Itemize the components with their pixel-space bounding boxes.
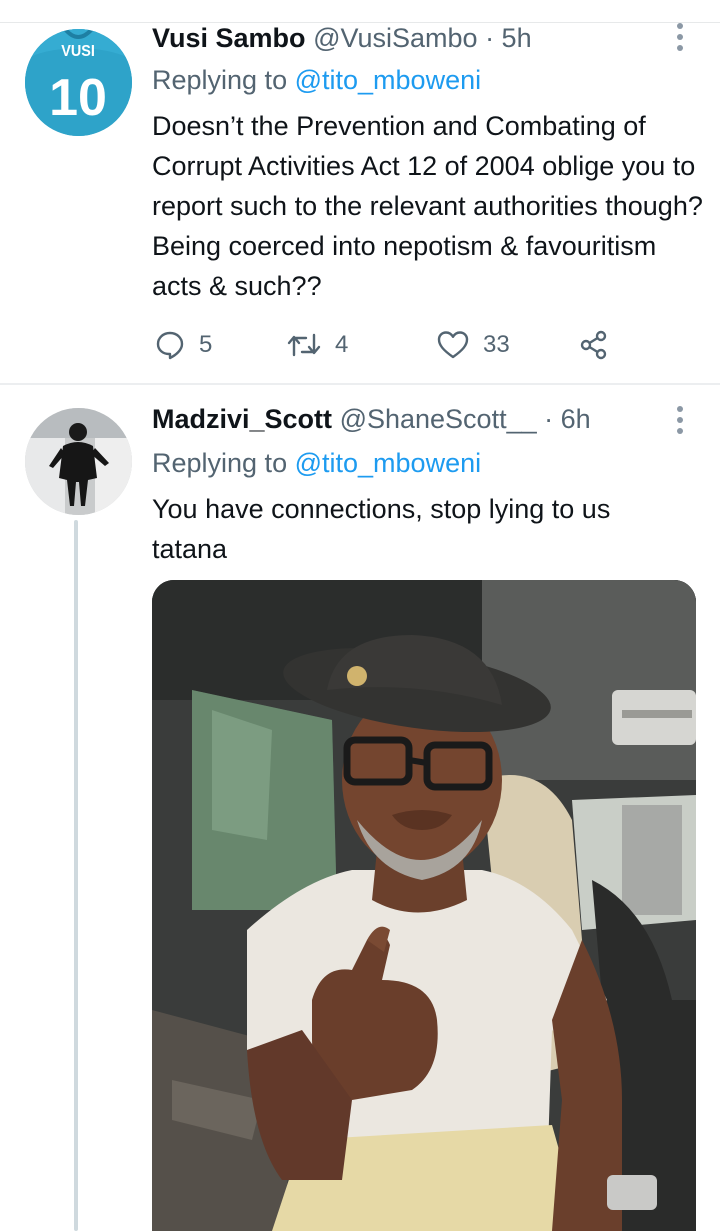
replying-to-label: Replying to <box>152 65 288 95</box>
avatar-jersey-number: 10 <box>49 69 107 127</box>
reply-icon <box>156 331 184 360</box>
tweet-header: Vusi Sambo @VusiSambo · 5h <box>152 22 532 54</box>
avatar[interactable] <box>25 408 132 515</box>
tweet-text: You have connections, stop lying to us t… <box>152 494 611 564</box>
avatar-jersey-image: VUSI 10 <box>25 29 132 136</box>
like-button[interactable]: 33 <box>437 325 510 365</box>
timestamp[interactable]: · 6h <box>544 404 591 434</box>
avatar-person-photo <box>25 408 132 515</box>
retweet-count: 4 <box>335 331 349 358</box>
retweet-button[interactable]: 4 <box>287 325 348 365</box>
avatar-jersey-name: VUSI <box>61 42 95 60</box>
tweet-media-image[interactable] <box>152 580 696 1231</box>
display-name[interactable]: Vusi Sambo <box>152 23 306 53</box>
like-count: 33 <box>483 331 510 358</box>
timestamp[interactable]: · 5h <box>485 23 532 53</box>
heart-icon <box>437 331 469 359</box>
more-vertical-icon[interactable] <box>676 405 684 435</box>
user-handle[interactable]: @ShaneScott__ <box>340 404 537 434</box>
tweet-text: Doesn’t the Prevention and Combating of … <box>152 111 703 301</box>
mention-link[interactable]: @tito_mboweni <box>295 448 482 478</box>
tweet-actions: 5 4 33 <box>152 325 632 365</box>
more-vertical-icon[interactable] <box>676 22 684 52</box>
user-handle[interactable]: @VusiSambo <box>313 23 477 53</box>
mention-link[interactable]: @tito_mboweni <box>295 65 482 95</box>
display-name[interactable]: Madzivi_Scott <box>152 404 332 434</box>
replying-to: Replying to @tito_mboweni <box>152 64 481 96</box>
share-button[interactable] <box>579 325 609 365</box>
thread-line <box>74 520 78 1231</box>
replying-to: Replying to @tito_mboweni <box>152 447 481 479</box>
reply-count: 5 <box>199 331 213 358</box>
retweet-icon <box>287 333 321 357</box>
reply-button[interactable]: 5 <box>155 325 212 365</box>
tweet-header: Madzivi_Scott @ShaneScott__ · 6h <box>152 403 591 435</box>
share-icon <box>580 330 607 360</box>
man-in-car-photo <box>152 580 696 1231</box>
avatar[interactable]: VUSI 10 <box>25 29 132 136</box>
replying-to-label: Replying to <box>152 448 288 478</box>
